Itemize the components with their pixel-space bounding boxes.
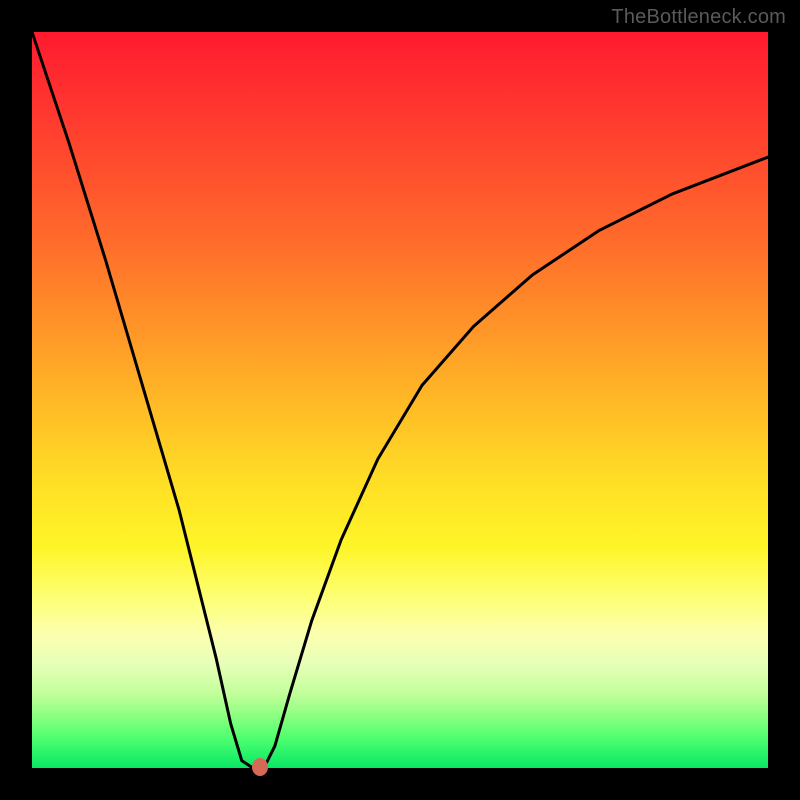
data-marker bbox=[252, 758, 268, 776]
watermark-text: TheBottleneck.com bbox=[611, 6, 786, 29]
plot-area bbox=[32, 32, 768, 768]
bottleneck-curve bbox=[32, 32, 768, 768]
chart-frame: TheBottleneck.com bbox=[0, 0, 800, 800]
curve-svg bbox=[32, 32, 768, 768]
